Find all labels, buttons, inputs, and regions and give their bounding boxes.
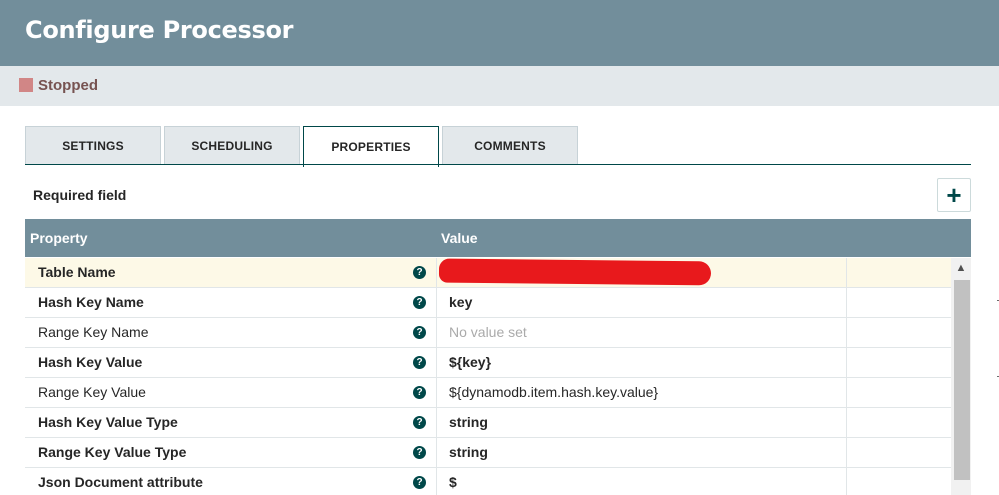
property-cell: Hash Key Value Type ?	[25, 408, 437, 437]
value-cell[interactable]: key	[437, 288, 847, 317]
help-icon[interactable]: ?	[413, 386, 426, 399]
column-header-value[interactable]: Value	[441, 230, 478, 246]
help-icon[interactable]: ?	[413, 416, 426, 429]
property-name: Range Key Value Type	[38, 444, 187, 460]
properties-table: Property Value Table Name ? Hash Key Nam…	[25, 219, 971, 495]
table-row[interactable]: Hash Key Value Type ? string	[25, 408, 951, 438]
actions-cell	[847, 378, 951, 407]
actions-cell	[847, 288, 951, 317]
property-name: Range Key Value	[38, 384, 146, 400]
help-icon[interactable]: ?	[413, 356, 426, 369]
property-name: Hash Key Value Type	[38, 414, 178, 430]
value-cell[interactable]: ${key}	[437, 348, 847, 377]
property-cell: Table Name ?	[25, 258, 437, 287]
property-value: string	[449, 444, 488, 460]
table-row[interactable]: Range Key Name ? No value set	[25, 318, 951, 348]
plus-icon: +	[946, 180, 962, 210]
value-cell[interactable]: No value set	[437, 318, 847, 347]
dialog-title: Configure Processor	[25, 16, 294, 44]
property-cell: Hash Key Name ?	[25, 288, 437, 317]
value-cell[interactable]: string	[437, 438, 847, 467]
property-cell: Json Document attribute ?	[25, 468, 437, 495]
property-cell: Range Key Value ?	[25, 378, 437, 407]
actions-cell	[847, 318, 951, 347]
help-icon[interactable]: ?	[413, 266, 426, 279]
actions-cell	[847, 258, 951, 287]
dialog-header: Configure Processor	[0, 0, 999, 66]
property-name: Hash Key Value	[38, 354, 143, 370]
property-name: Range Key Name	[38, 324, 149, 340]
help-icon[interactable]: ?	[413, 326, 426, 339]
value-cell[interactable]: $	[437, 468, 847, 495]
tab-settings[interactable]: SETTINGS	[25, 126, 161, 165]
property-value: ${dynamodb.item.hash.key.value}	[449, 384, 659, 400]
property-cell: Range Key Value Type ?	[25, 438, 437, 467]
property-cell: Hash Key Value ?	[25, 348, 437, 377]
scroll-thumb[interactable]	[954, 280, 970, 480]
column-header-property[interactable]: Property	[30, 230, 88, 246]
stopped-icon	[19, 78, 33, 92]
value-cell[interactable]: ${dynamodb.item.hash.key.value}	[437, 378, 847, 407]
property-value: No value set	[449, 324, 527, 340]
actions-cell	[847, 468, 951, 495]
table-header: Property Value	[25, 219, 971, 257]
value-cell[interactable]	[437, 258, 847, 287]
tab-properties[interactable]: PROPERTIES	[303, 126, 439, 167]
actions-cell	[847, 348, 951, 377]
table-body: Table Name ? Hash Key Name ? key Range K…	[25, 258, 951, 495]
status-text: Stopped	[38, 77, 98, 94]
table-row[interactable]: Hash Key Name ? key	[25, 288, 951, 318]
property-name: Hash Key Name	[38, 294, 144, 310]
tab-comments[interactable]: COMMENTS	[442, 126, 578, 165]
property-value: $	[449, 474, 457, 490]
property-name: Table Name	[38, 264, 116, 280]
property-value: string	[449, 414, 488, 430]
value-cell[interactable]: string	[437, 408, 847, 437]
help-icon[interactable]: ?	[413, 296, 426, 309]
property-value: ${key}	[449, 354, 492, 370]
help-icon[interactable]: ?	[413, 476, 426, 489]
table-row[interactable]: Json Document attribute ? $	[25, 468, 951, 495]
status-bar: Stopped	[0, 66, 999, 106]
table-scrollbar[interactable]: ▲	[951, 258, 971, 495]
property-value: key	[449, 294, 473, 310]
add-property-button[interactable]: +	[937, 178, 971, 212]
property-cell: Range Key Name ?	[25, 318, 437, 347]
table-row[interactable]: Hash Key Value ? ${key}	[25, 348, 951, 378]
required-field-label: Required field	[33, 187, 127, 203]
table-row[interactable]: Range Key Value Type ? string	[25, 438, 951, 468]
help-icon[interactable]: ?	[413, 446, 426, 459]
redaction-mark	[438, 258, 712, 286]
actions-cell	[847, 408, 951, 437]
table-row[interactable]: Table Name ?	[25, 258, 951, 288]
table-row[interactable]: Range Key Value ? ${dynamodb.item.hash.k…	[25, 378, 951, 408]
tab-scheduling[interactable]: SCHEDULING	[164, 126, 300, 165]
actions-cell	[847, 438, 951, 467]
tab-divider	[25, 164, 971, 165]
property-name: Json Document attribute	[38, 474, 203, 490]
scroll-up-icon[interactable]: ▲	[951, 258, 971, 278]
